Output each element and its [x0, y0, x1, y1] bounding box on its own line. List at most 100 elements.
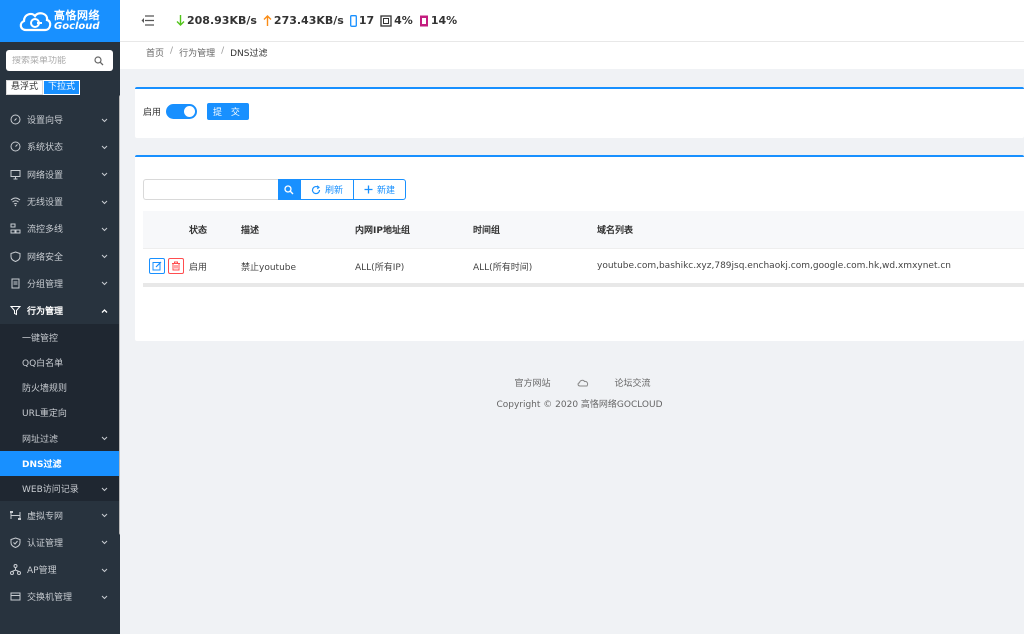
sidebar-item-ap-management[interactable]: AP管理 — [0, 556, 120, 583]
cloud-logo-icon — [18, 8, 52, 34]
sidebar-item-label: 行为管理 — [27, 307, 64, 318]
breadcrumb-home[interactable]: 首页 — [146, 46, 164, 59]
sidebar-item-one-click-control[interactable]: 一键管控 — [0, 324, 120, 349]
cell-domain-list: youtube.com,bashikc.xyz,789jsq.enchaokj.… — [597, 261, 952, 271]
official-site-link[interactable]: 官方网站 — [514, 376, 550, 389]
chevron-down-icon — [101, 200, 108, 204]
download-speed: 208.93KB/s — [176, 14, 257, 27]
tab-dropdown[interactable]: 下拉式 — [43, 80, 81, 95]
col-ip-group: 内网IP地址组 — [355, 226, 410, 236]
sidebar-item-label: 网址过滤 — [22, 434, 59, 445]
search-input[interactable] — [143, 179, 278, 200]
sidebar-item-behavior-management[interactable]: 行为管理 — [0, 297, 120, 324]
table-header: 状态 描述 内网IP地址组 时间组 域名列表 — [143, 211, 1024, 248]
download-speed-value: 208.93KB/s — [187, 14, 257, 27]
chevron-down-icon — [101, 595, 108, 600]
col-status: 状态 — [189, 226, 208, 236]
sidebar-item-network-security[interactable]: 网络安全 — [0, 242, 120, 269]
sidebar-scrollbar[interactable] — [119, 95, 120, 535]
chevron-down-icon — [101, 541, 108, 545]
refresh-label: 刷新 — [325, 186, 344, 196]
delete-button[interactable] — [168, 258, 184, 274]
brand-name-cn: 高恪网络 — [54, 9, 100, 22]
menu-search-input[interactable] — [12, 55, 94, 66]
behavior-submenu: 一键管控 QQ白名单 防火墙规则 URL重定向 网址过滤 DNS过滤 WEB访问… — [0, 324, 120, 502]
sidebar-item-label: 交换机管理 — [27, 593, 73, 604]
breadcrumb-separator: / — [221, 46, 225, 56]
submit-button[interactable]: 提 交 — [207, 103, 249, 120]
tab-floating[interactable]: 悬浮式 — [6, 80, 44, 95]
refresh-button[interactable]: 刷新 — [300, 179, 355, 200]
chevron-down-icon — [101, 145, 108, 150]
search-icon[interactable] — [94, 55, 104, 66]
table-row: 启用 禁止youtube ALL(所有IP) ALL(所有时间) youtube… — [143, 248, 1024, 287]
sidebar-item-flow-control[interactable]: 流控多线 — [0, 215, 120, 242]
cell-ip-group: ALL(所有IP) — [355, 262, 405, 273]
sidebar-item-dns-filter[interactable]: DNS过滤 — [0, 450, 120, 477]
menu-fold-icon[interactable] — [141, 15, 154, 26]
upload-speed: 273.43KB/s — [263, 14, 344, 27]
sidebar-item-label: 网络安全 — [27, 252, 64, 263]
logo: 高恪网络 Gocloud — [0, 0, 120, 42]
sidebar-menu: 设置向导 系统状态 网络设置 无线设置 流控多线 网络安全 分组管理 行为管理 … — [0, 106, 120, 611]
ap-icon — [10, 564, 21, 576]
row-actions — [143, 258, 189, 274]
sidebar-item-group-management[interactable]: 分组管理 — [0, 270, 120, 297]
search-button[interactable] — [278, 179, 300, 200]
status-bar: 208.93KB/s 273.43KB/s 17 4% 14% — [176, 14, 463, 27]
brand-name-en: Gocloud — [54, 21, 100, 32]
cell-description: 禁止youtube — [241, 262, 297, 273]
menu-search[interactable] — [6, 50, 113, 71]
cloud-icon — [577, 379, 588, 386]
monitor-icon — [10, 169, 21, 180]
chevron-down-icon — [101, 254, 108, 259]
gauge-icon — [10, 141, 21, 152]
sidebar-item-setup-wizard[interactable]: 设置向导 — [0, 106, 120, 133]
sidebar-item-auth-management[interactable]: 认证管理 — [0, 529, 120, 556]
sidebar-item-label: AP管理 — [27, 566, 57, 577]
new-label: 新建 — [377, 186, 396, 196]
top-header: 208.93KB/s 273.43KB/s 17 4% 14% — [120, 0, 1024, 42]
enable-label: 启用 — [143, 108, 162, 118]
sidebar-item-network-settings[interactable]: 网络设置 — [0, 161, 120, 188]
chevron-down-icon — [101, 282, 108, 286]
chevron-down-icon — [101, 513, 108, 518]
sidebar-item-label: 虚拟专网 — [27, 511, 64, 522]
col-description: 描述 — [241, 226, 260, 236]
phone-icon — [349, 14, 357, 27]
sidebar-item-system-status[interactable]: 系统状态 — [0, 133, 120, 160]
forum-link[interactable]: 论坛交流 — [615, 376, 651, 389]
memory-icon — [419, 15, 428, 26]
breadcrumb-section[interactable]: 行为管理 — [179, 46, 215, 59]
sidebar: 高恪网络 Gocloud 悬浮式 下拉式 设置向导 系统状态 网络设置 无线设置 — [0, 0, 120, 634]
breadcrumb-current: DNS过滤 — [230, 49, 268, 59]
arrow-down-icon — [176, 15, 185, 26]
plus-icon — [364, 185, 373, 194]
shield-icon — [10, 251, 21, 262]
sidebar-item-qq-whitelist[interactable]: QQ白名单 — [0, 350, 120, 375]
sidebar-item-url-filter[interactable]: 网址过滤 — [0, 426, 120, 451]
chevron-down-icon — [101, 436, 108, 441]
chevron-up-icon — [101, 308, 108, 313]
refresh-icon — [311, 184, 321, 194]
sidebar-item-switch-management[interactable]: 交换机管理 — [0, 583, 120, 610]
chevron-down-icon — [101, 172, 108, 177]
sidebar-item-web-access-log[interactable]: WEB访问记录 — [0, 476, 120, 501]
sidebar-item-firewall-rules[interactable]: 防火墙规则 — [0, 375, 120, 400]
vpn-icon — [10, 510, 21, 520]
col-domain-list: 域名列表 — [597, 226, 634, 236]
edit-icon — [152, 261, 162, 271]
sidebar-item-label: 分组管理 — [27, 279, 64, 290]
sidebar-item-vpn[interactable]: 虚拟专网 — [0, 501, 120, 528]
network-icon — [10, 223, 21, 234]
cell-time-group: ALL(所有时间) — [473, 262, 533, 273]
sidebar-item-url-redirect[interactable]: URL重定向 — [0, 400, 120, 425]
cpu-usage-value: 4% — [394, 14, 413, 27]
new-button[interactable]: 新建 — [353, 179, 407, 200]
sidebar-item-wireless[interactable]: 无线设置 — [0, 188, 120, 215]
memory-usage: 14% — [419, 14, 457, 27]
copyright-text: Copyright © 2020 高恪网络GOCLOUD — [496, 400, 663, 410]
enable-toggle[interactable] — [166, 104, 198, 119]
edit-button[interactable] — [149, 258, 165, 274]
device-count-value: 17 — [358, 14, 375, 27]
